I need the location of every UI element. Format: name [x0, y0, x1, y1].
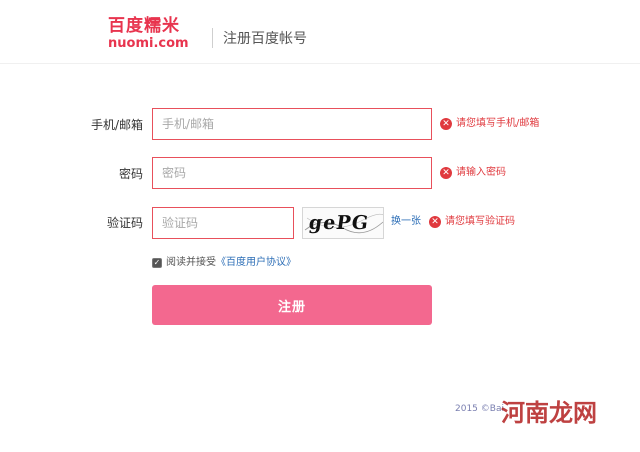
phone-error-text: 请您填写手机/邮箱 [456, 118, 540, 129]
site-watermark: 河南龙网 [501, 399, 597, 427]
error-icon: ✕ [429, 216, 441, 228]
register-button[interactable]: 注册 [152, 285, 432, 325]
password-error-text: 请输入密码 [456, 167, 506, 178]
header-divider [212, 28, 213, 48]
header: 百度糯米 nuomi.com 注册百度帐号 [0, 0, 640, 64]
user-agreement-link[interactable]: 《百度用户协议》 [216, 257, 296, 269]
error-icon: ✕ [440, 167, 452, 179]
agreement-checkbox[interactable]: ✓ [152, 258, 162, 268]
agreement-text: 阅读并接受 [166, 257, 216, 268]
phone-error: ✕ 请您填写手机/邮箱 [440, 117, 539, 131]
password-label: 密码 [118, 167, 143, 181]
captcha-image[interactable]: gePG [302, 207, 384, 239]
password-error: ✕ 请输入密码 [440, 166, 506, 180]
refresh-captcha-link[interactable]: 换一张 [391, 216, 421, 228]
captcha-error: ✕ 请您填写验证码 [429, 215, 515, 229]
password-input[interactable] [152, 157, 432, 189]
phone-input[interactable] [152, 108, 432, 140]
captcha-code-text: gePG [307, 212, 371, 234]
phone-label: 手机/邮箱 [90, 118, 143, 132]
nuomi-logo[interactable]: 百度糯米 nuomi.com [108, 16, 189, 53]
logo-chinese-text: 百度糯米 [108, 16, 180, 36]
captcha-error-text: 请您填写验证码 [445, 216, 515, 227]
captcha-input[interactable] [152, 207, 294, 239]
page-title: 注册百度帐号 [223, 31, 307, 47]
captcha-label: 验证码 [106, 216, 143, 230]
agreement-row: ✓ 阅读并接受 《百度用户协议》 [152, 256, 296, 270]
error-icon: ✕ [440, 118, 452, 130]
copyright-text: 2015 ©Bai [455, 404, 504, 414]
logo-domain-text: nuomi.com [108, 36, 189, 51]
